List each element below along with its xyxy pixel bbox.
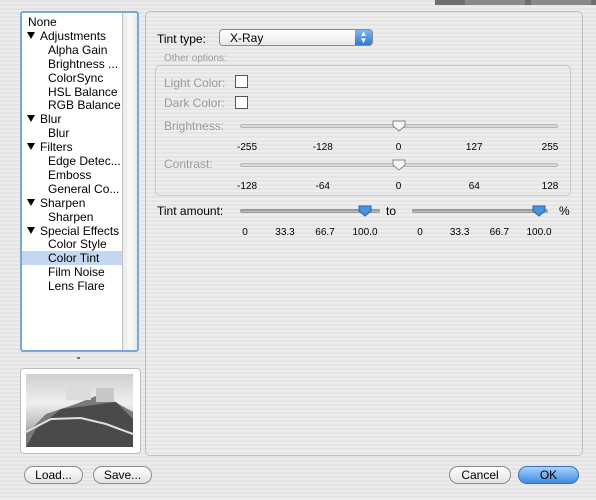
tint-type-value: X-Ray bbox=[230, 31, 264, 45]
slider-tick-label: 64 bbox=[468, 181, 480, 192]
effect-list-scrollbar[interactable] bbox=[122, 13, 137, 350]
preview-image bbox=[26, 374, 133, 447]
disclosure-triangle-icon[interactable] bbox=[27, 31, 35, 39]
effect-item-label: HSL Balance bbox=[48, 84, 118, 99]
cancel-button[interactable]: Cancel bbox=[449, 466, 511, 484]
effect-item-label: Sharpen bbox=[48, 209, 94, 224]
effect-item-label: None bbox=[28, 15, 57, 29]
contrast-label: Contrast: bbox=[164, 157, 213, 171]
slider-tick-label: 0 bbox=[395, 181, 402, 192]
effect-item-label: Blur bbox=[40, 112, 62, 127]
effect-item-label: Color Style bbox=[48, 237, 107, 252]
slider-tick-label: 66.7 bbox=[489, 227, 510, 238]
slider-tick-label: 33.3 bbox=[449, 227, 470, 238]
contrast-slider-thumb[interactable] bbox=[392, 159, 406, 171]
window-tab[interactable] bbox=[465, 0, 525, 5]
tint-type-popup[interactable]: X-Ray ▲ ▼ bbox=[219, 29, 373, 46]
slider-tick-label: -255 bbox=[236, 142, 258, 153]
slider-tick-label: 255 bbox=[541, 142, 559, 153]
tint-type-label: Tint type: bbox=[157, 32, 206, 46]
slider-tick-label: 0 bbox=[242, 227, 248, 238]
tint-to-slider-thumb[interactable] bbox=[532, 205, 546, 217]
slider-tick-label: -128 bbox=[312, 142, 333, 153]
slider-tick-label: 100.0 bbox=[526, 227, 552, 238]
load-button[interactable]: Load... bbox=[24, 466, 83, 484]
popup-arrows-icon: ▲ ▼ bbox=[355, 30, 372, 45]
light-color-label: Light Color: bbox=[164, 76, 226, 90]
slider-tick-label: -64 bbox=[315, 181, 330, 192]
effect-item-label: General Co... bbox=[48, 181, 120, 196]
slider-tick-label: 128 bbox=[541, 181, 559, 192]
dark-color-label: Dark Color: bbox=[164, 96, 225, 110]
slider-tick-label: 66.7 bbox=[315, 227, 335, 238]
slider-tick-label: 100.0 bbox=[352, 227, 378, 238]
effect-item-label: Film Noise bbox=[48, 265, 105, 280]
slider-tick-label: 33.3 bbox=[275, 227, 295, 238]
effect-item-label: ColorSync bbox=[48, 70, 104, 85]
tint-from-slider-thumb[interactable] bbox=[358, 205, 372, 217]
disclosure-triangle-icon[interactable] bbox=[27, 198, 35, 206]
slider-tick-label: -128 bbox=[236, 181, 258, 192]
window-titlebar-strip bbox=[435, 0, 596, 5]
effect-item-label: Blur bbox=[48, 126, 70, 141]
window-tab[interactable] bbox=[531, 0, 591, 5]
preview-pane bbox=[20, 368, 141, 454]
effect-item-label: Emboss bbox=[48, 167, 92, 182]
percent-unit-label: % bbox=[559, 204, 570, 218]
effect-item-label: Adjustments bbox=[40, 28, 107, 43]
effect-item-label: RGB Balance bbox=[48, 98, 121, 113]
tint-to-slider-track[interactable] bbox=[412, 209, 548, 213]
effect-item-label: Color Tint bbox=[48, 251, 100, 266]
effect-item-label: Edge Detec... bbox=[48, 154, 121, 168]
ok-button[interactable]: OK bbox=[518, 466, 579, 484]
brightness-slider-thumb[interactable] bbox=[392, 120, 406, 132]
effect-item-label: Brightness ... bbox=[48, 56, 119, 71]
slider-tick-label: 0 bbox=[417, 227, 423, 238]
effect-item-label: Alpha Gain bbox=[48, 42, 108, 57]
other-options-title: Other options: bbox=[164, 53, 227, 64]
effect-item-label: Special Effects bbox=[40, 223, 120, 238]
disclosure-triangle-icon[interactable] bbox=[27, 226, 35, 234]
effect-item-label: Lens Flare bbox=[48, 279, 105, 294]
disclosure-triangle-icon[interactable] bbox=[27, 115, 35, 123]
splitter-handle[interactable] bbox=[77, 357, 80, 359]
brightness-label: Brightness: bbox=[164, 119, 225, 133]
effect-list[interactable]: None Adjustments Alpha Gain Brightness ... C… bbox=[20, 11, 139, 352]
effect-item-label: Filters bbox=[40, 140, 73, 155]
slider-tick-label: 0 bbox=[395, 142, 402, 153]
save-button[interactable]: Save... bbox=[93, 466, 152, 484]
effect-item[interactable]: Color Tint bbox=[22, 251, 123, 266]
light-color-checkbox[interactable] bbox=[235, 75, 248, 88]
disclosure-triangle-icon[interactable] bbox=[27, 143, 35, 151]
effect-item-label: Sharpen bbox=[40, 195, 86, 210]
slider-tick-label: 127 bbox=[465, 142, 483, 153]
tint-amount-label: Tint amount: bbox=[157, 204, 224, 218]
dark-color-checkbox[interactable] bbox=[235, 96, 248, 109]
tint-to-label: to bbox=[386, 204, 397, 218]
